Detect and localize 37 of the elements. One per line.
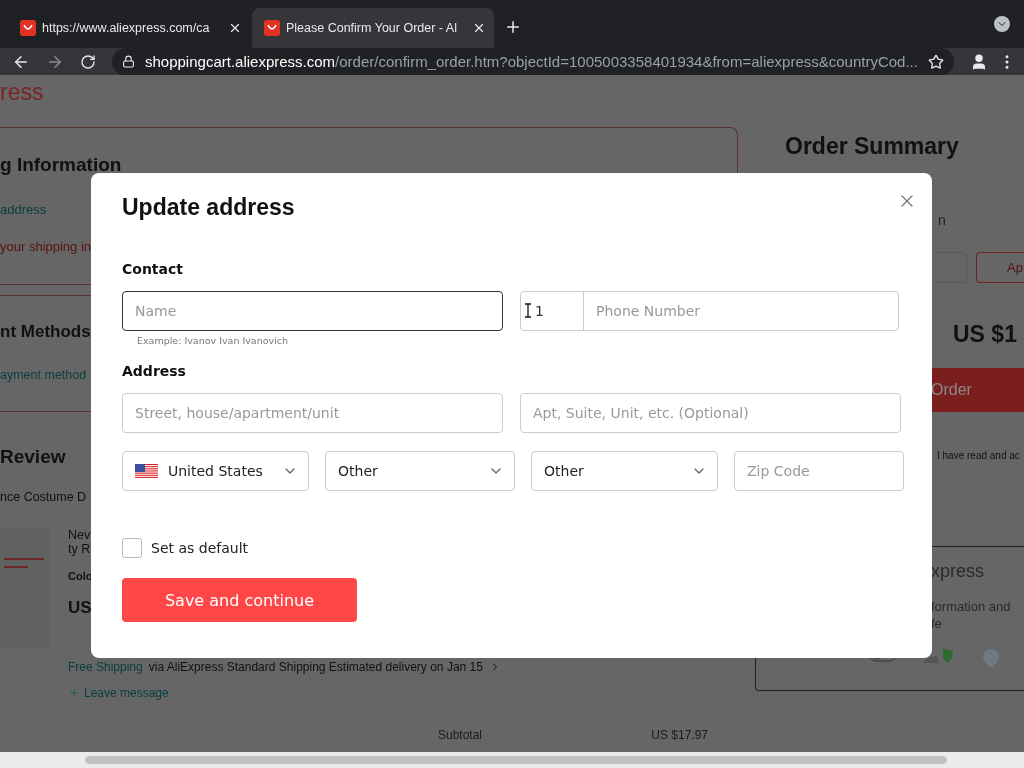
total-price: US $1 xyxy=(953,321,1018,348)
terms-text: I have read and ac xyxy=(937,450,1021,461)
summary-text: n xyxy=(938,212,947,228)
address-bar[interactable]: shoppingcart.aliexpress.com/order/confirm_order.htm?objectId=1005003358401934&from=aliexpress&countryCod... xyxy=(112,47,954,76)
section-title: g Information xyxy=(0,154,122,176)
promo-text: fe xyxy=(931,615,943,632)
browser-tab[interactable]: Please Confirm Your Order - Al xyxy=(252,8,494,48)
contact-label: Contact xyxy=(122,261,184,277)
region-select[interactable]: Other xyxy=(325,451,515,491)
browser-tab[interactable]: https://www.aliexpress.com/ca xyxy=(8,8,250,48)
free-shipping-text: Free Shipping xyxy=(68,660,143,674)
logo: ress xyxy=(0,78,45,107)
store-name: nce Costume D xyxy=(0,490,87,504)
section-title: Review xyxy=(0,446,66,468)
subtotal-value: US $17.97 xyxy=(651,728,708,742)
country-select[interactable]: United States xyxy=(122,451,309,491)
dialog-title: Update address xyxy=(122,194,295,221)
promo-title: xpress xyxy=(931,561,985,582)
name-hint: Example: Ivanov Ivan Ivanovich xyxy=(137,335,290,346)
region-select[interactable]: Other xyxy=(531,451,718,491)
product-price: US xyxy=(68,598,92,618)
product-title: ty R xyxy=(68,542,91,556)
name-field[interactable]: Name xyxy=(122,291,503,331)
shipping-info: via AliExpress Standard Shipping Estimated delivery on Jan 15 xyxy=(148,660,483,674)
apartment-field[interactable]: Apt, Suite, Unit, etc. (Optional) xyxy=(520,393,901,433)
default-label: Set as default xyxy=(151,540,249,556)
section-title: nt Methods xyxy=(0,322,91,342)
warning-text: your shipping in xyxy=(0,239,93,254)
country-code[interactable]: 1 xyxy=(521,292,584,330)
phone-field[interactable]: 1 Phone Number xyxy=(520,291,899,331)
product-title: Nev xyxy=(68,528,91,542)
address-label: Address xyxy=(122,363,187,379)
summary-title: Order Summary xyxy=(785,133,960,160)
zip-code-field[interactable]: Zip Code xyxy=(734,451,904,491)
street-field[interactable]: Street, house/apartment/unit xyxy=(122,393,503,433)
promo-text: formation and xyxy=(931,598,1012,615)
subtotal-label: Subtotal xyxy=(438,728,483,742)
